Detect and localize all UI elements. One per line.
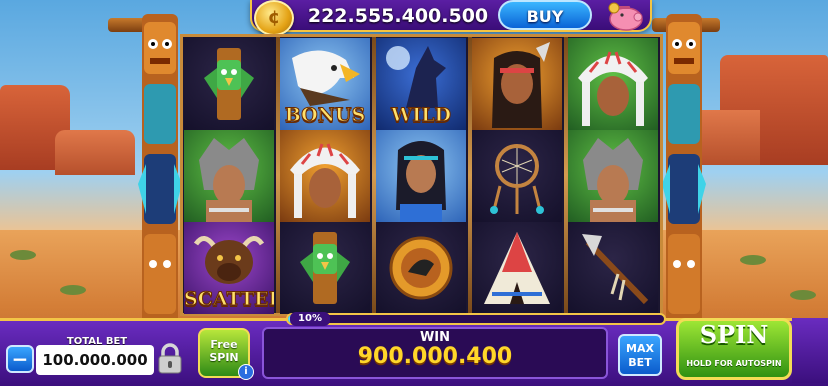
reel-divider [468,37,472,313]
win-amount: 900.000.400 [357,344,513,369]
reel-cell-chief [280,130,370,222]
reel-cell-totem [184,38,274,130]
reel-cell-dreamcatcher [472,130,562,222]
wolf-warrior-symbol-icon [199,138,259,222]
reel-cell-tomahawk [568,222,658,314]
bottom-bar-corner [792,318,828,383]
dreamcatcher-icon [490,144,544,214]
desert-bush [790,290,816,300]
reel-cell-buffalo: SCATTER [184,222,274,314]
progress-percent: 10% [290,312,330,326]
reel-cell-chief [568,38,658,130]
desert-bush [10,250,36,260]
reel-cell-shield-emblem [376,222,466,314]
coin-icon: ¢ [254,0,294,36]
free-spin-label-line1: Free [210,338,238,351]
total-bet-value: 100.000.000 [36,345,154,375]
desert-bush [60,285,86,295]
reel-divider [564,37,568,313]
totem-pole-right [662,14,706,326]
reel-cell-wolf-warrior [184,130,274,222]
mesa-rock [700,110,760,165]
wild-label: WILD [390,104,452,127]
teepee-icon [484,232,550,304]
max-bet-button[interactable]: MAX BET [618,334,662,376]
wolf-warrior-symbol-icon [583,138,643,222]
reel-divider [276,37,280,313]
scatter-label: SCATTER [184,288,274,311]
reel-cell-howling-wolf: WILD [376,38,466,130]
warrior-symbol-icon [492,42,550,128]
reel-divider [372,37,376,313]
totem-symbol-icon [300,232,350,304]
totem-symbol-icon [204,48,254,120]
progress-bar [286,313,666,325]
bonus-label: BONUS [284,104,366,127]
win-label: WIN [419,330,451,345]
chief-symbol-icon [290,143,360,218]
buy-button[interactable]: BUY [498,0,592,30]
max-bet-label-line1: MAX [626,342,654,355]
shield-emblem-icon [389,236,453,300]
desert-bush [740,255,766,265]
max-bet-label-line2: BET [628,356,652,369]
reel-cell-wolf-warrior [568,130,658,222]
reel-cell-eagle: BONUS [280,38,370,130]
spin-label: SPIN [699,320,769,349]
free-spin-label-line2: SPIN [209,351,239,364]
reel-cell-warrior [472,38,562,130]
reel-cell-totem [280,222,370,314]
piggy-bank-icon[interactable] [604,2,648,32]
reel-cell-teepee [472,222,562,314]
native-woman-symbol-icon [396,141,446,222]
tomahawk-icon [582,234,649,305]
lock-icon[interactable] [156,343,184,375]
mesa-rock [55,130,135,175]
chief-symbol-icon [578,51,648,126]
reel-cell-native-woman [376,130,466,222]
totem-pole-left [138,14,182,326]
info-icon[interactable]: i [238,364,254,380]
autospin-hint: HOLD FOR AUTOSPIN [686,359,782,368]
decrease-bet-button[interactable]: − [6,345,34,373]
coin-balance: 222.555.400.500 [307,5,489,27]
